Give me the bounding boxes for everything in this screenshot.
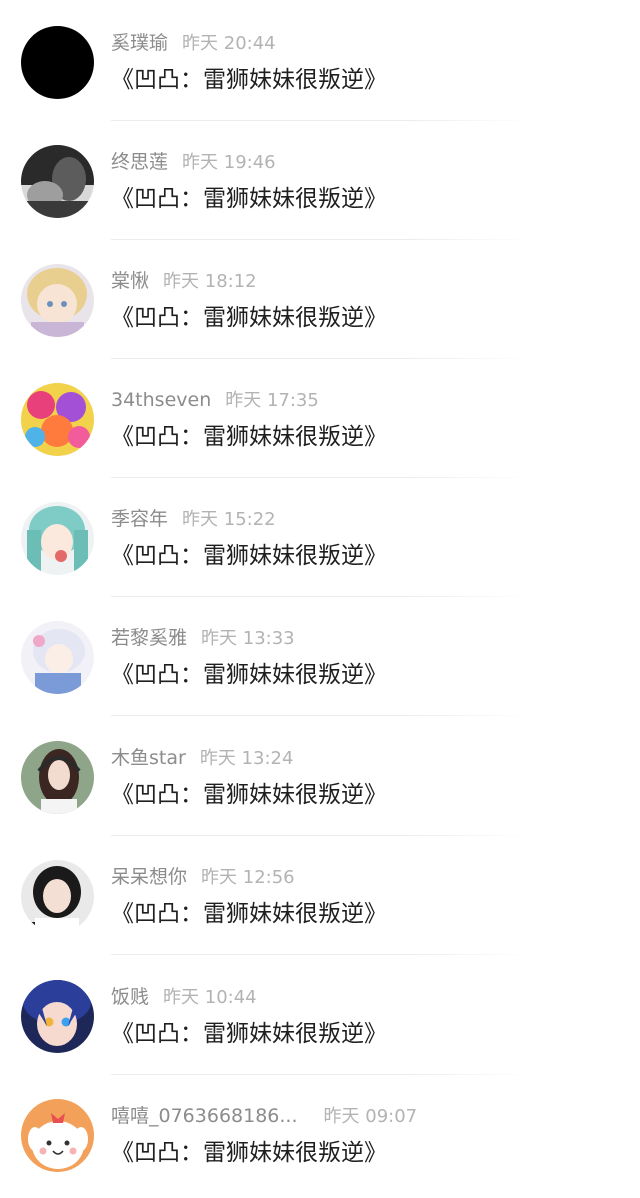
- timestamp: 昨天 17:35: [225, 390, 319, 411]
- list-item-meta: 饭贱 昨天 10:44: [111, 984, 257, 1010]
- timestamp: 昨天 15:22: [182, 509, 276, 530]
- user-name[interactable]: 终思莲: [111, 151, 168, 173]
- message-text[interactable]: 《凹凸：雷狮妹妹很叛逆》: [111, 898, 387, 930]
- list-item[interactable]: 饭贱 昨天 10:44 《凹凸：雷狮妹妹很叛逆》: [0, 956, 640, 1075]
- timestamp: 昨天 20:44: [182, 33, 276, 54]
- headphones-girl-avatar[interactable]: [21, 741, 94, 814]
- list-item-meta: 嘻嘻_0763668186... 昨天 09:07: [111, 1103, 417, 1129]
- timestamp: 昨天 18:12: [163, 271, 257, 292]
- timestamp: 昨天 12:56: [201, 867, 295, 888]
- grayscale-portrait-avatar[interactable]: [21, 145, 94, 218]
- list-item[interactable]: 嘻嘻_0763668186... 昨天 09:07 《凹凸：雷狮妹妹很叛逆》: [0, 1075, 640, 1194]
- list-item-meta: 34thseven 昨天 17:35: [111, 387, 319, 413]
- timestamp: 昨天 13:33: [201, 628, 295, 649]
- message-text[interactable]: 《凹凸：雷狮妹妹很叛逆》: [111, 302, 387, 334]
- blue-hair-anime-avatar[interactable]: [21, 980, 94, 1053]
- message-text[interactable]: 《凹凸：雷狮妹妹很叛逆》: [111, 1137, 387, 1169]
- list-item[interactable]: 若黎奚雅 昨天 13:33 《凹凸：雷狮妹妹很叛逆》: [0, 597, 640, 716]
- timestamp: 昨天 10:44: [163, 987, 257, 1008]
- user-name[interactable]: 饭贱: [111, 986, 149, 1008]
- message-text[interactable]: 《凹凸：雷狮妹妹很叛逆》: [111, 659, 387, 691]
- colorful-illustration-avatar[interactable]: [21, 383, 94, 456]
- list-item[interactable]: 呆呆想你 昨天 12:56 《凹凸：雷狮妹妹很叛逆》: [0, 836, 640, 955]
- timestamp: 昨天 13:24: [199, 748, 294, 769]
- user-name[interactable]: 嘻嘻_0763668186...: [111, 1105, 298, 1127]
- message-text[interactable]: 《凹凸：雷狮妹妹很叛逆》: [111, 540, 387, 572]
- list-item-meta: 终思莲 昨天 19:46: [111, 149, 276, 175]
- list-item[interactable]: 34thseven 昨天 17:35 《凹凸：雷狮妹妹很叛逆》: [0, 359, 640, 478]
- cartoon-dog-avatar[interactable]: [21, 1099, 94, 1172]
- message-text[interactable]: 《凹凸：雷狮妹妹很叛逆》: [111, 421, 387, 453]
- user-name[interactable]: 34thseven: [111, 389, 211, 411]
- user-name[interactable]: 呆呆想你: [111, 866, 187, 888]
- list-item-meta: 奚璞瑜 昨天 20:44: [111, 30, 276, 56]
- white-hair-anime-avatar[interactable]: [21, 621, 94, 694]
- photo-girl-avatar[interactable]: [21, 860, 94, 933]
- timestamp: 昨天 09:07: [323, 1106, 418, 1127]
- list-item-meta: 季容年 昨天 15:22: [111, 506, 276, 532]
- list-item-meta: 呆呆想你 昨天 12:56: [111, 864, 295, 890]
- user-name[interactable]: 季容年: [111, 508, 168, 530]
- list-item[interactable]: 终思莲 昨天 19:46 《凹凸：雷狮妹妹很叛逆》: [0, 121, 640, 240]
- user-name[interactable]: 棠愀: [111, 270, 149, 292]
- message-text[interactable]: 《凹凸：雷狮妹妹很叛逆》: [111, 183, 387, 215]
- teal-hair-anime-avatar[interactable]: [21, 502, 94, 575]
- black-circle-avatar[interactable]: [21, 26, 94, 99]
- user-name[interactable]: 若黎奚雅: [111, 627, 187, 649]
- user-name[interactable]: 木鱼star: [111, 747, 186, 769]
- user-name[interactable]: 奚璞瑜: [111, 32, 168, 54]
- message-text[interactable]: 《凹凸：雷狮妹妹很叛逆》: [111, 64, 387, 96]
- list-item-meta: 棠愀 昨天 18:12: [111, 268, 257, 294]
- list-item[interactable]: 季容年 昨天 15:22 《凹凸：雷狮妹妹很叛逆》: [0, 478, 640, 597]
- message-text[interactable]: 《凹凸：雷狮妹妹很叛逆》: [111, 1018, 387, 1050]
- list-item-meta: 木鱼star 昨天 13:24: [111, 745, 293, 771]
- list-item-meta: 若黎奚雅 昨天 13:33: [111, 625, 295, 651]
- list-item[interactable]: 奚璞瑜 昨天 20:44 《凹凸：雷狮妹妹很叛逆》: [0, 2, 640, 121]
- message-text[interactable]: 《凹凸：雷狮妹妹很叛逆》: [111, 779, 387, 811]
- divider: [111, 954, 531, 955]
- list-item[interactable]: 棠愀 昨天 18:12 《凹凸：雷狮妹妹很叛逆》: [0, 240, 640, 359]
- message-list: 奚璞瑜 昨天 20:44 《凹凸：雷狮妹妹很叛逆》 终思莲 昨天 19:46 《凹凸…: [0, 0, 640, 1198]
- divider: [111, 715, 531, 716]
- timestamp: 昨天 19:46: [182, 152, 276, 173]
- list-item[interactable]: 木鱼star 昨天 13:24 《凹凸：雷狮妹妹很叛逆》: [0, 717, 640, 836]
- anime-blonde-girl-avatar[interactable]: [21, 264, 94, 337]
